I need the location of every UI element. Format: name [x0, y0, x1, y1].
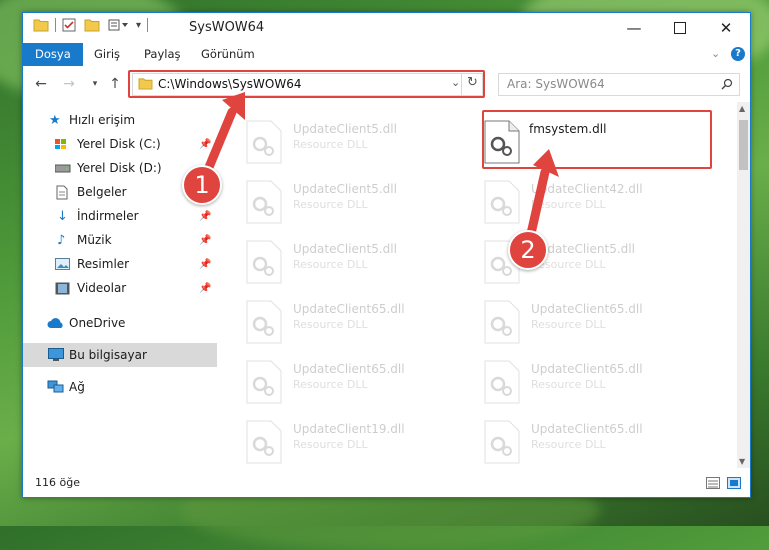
annotation-arrows — [202, 92, 559, 243]
callout-step-2: 2 — [508, 230, 548, 270]
callout-step-1: 1 — [182, 165, 222, 205]
arrow-to-fmsystem — [525, 167, 550, 243]
arrow-to-address-bar — [202, 107, 237, 177]
